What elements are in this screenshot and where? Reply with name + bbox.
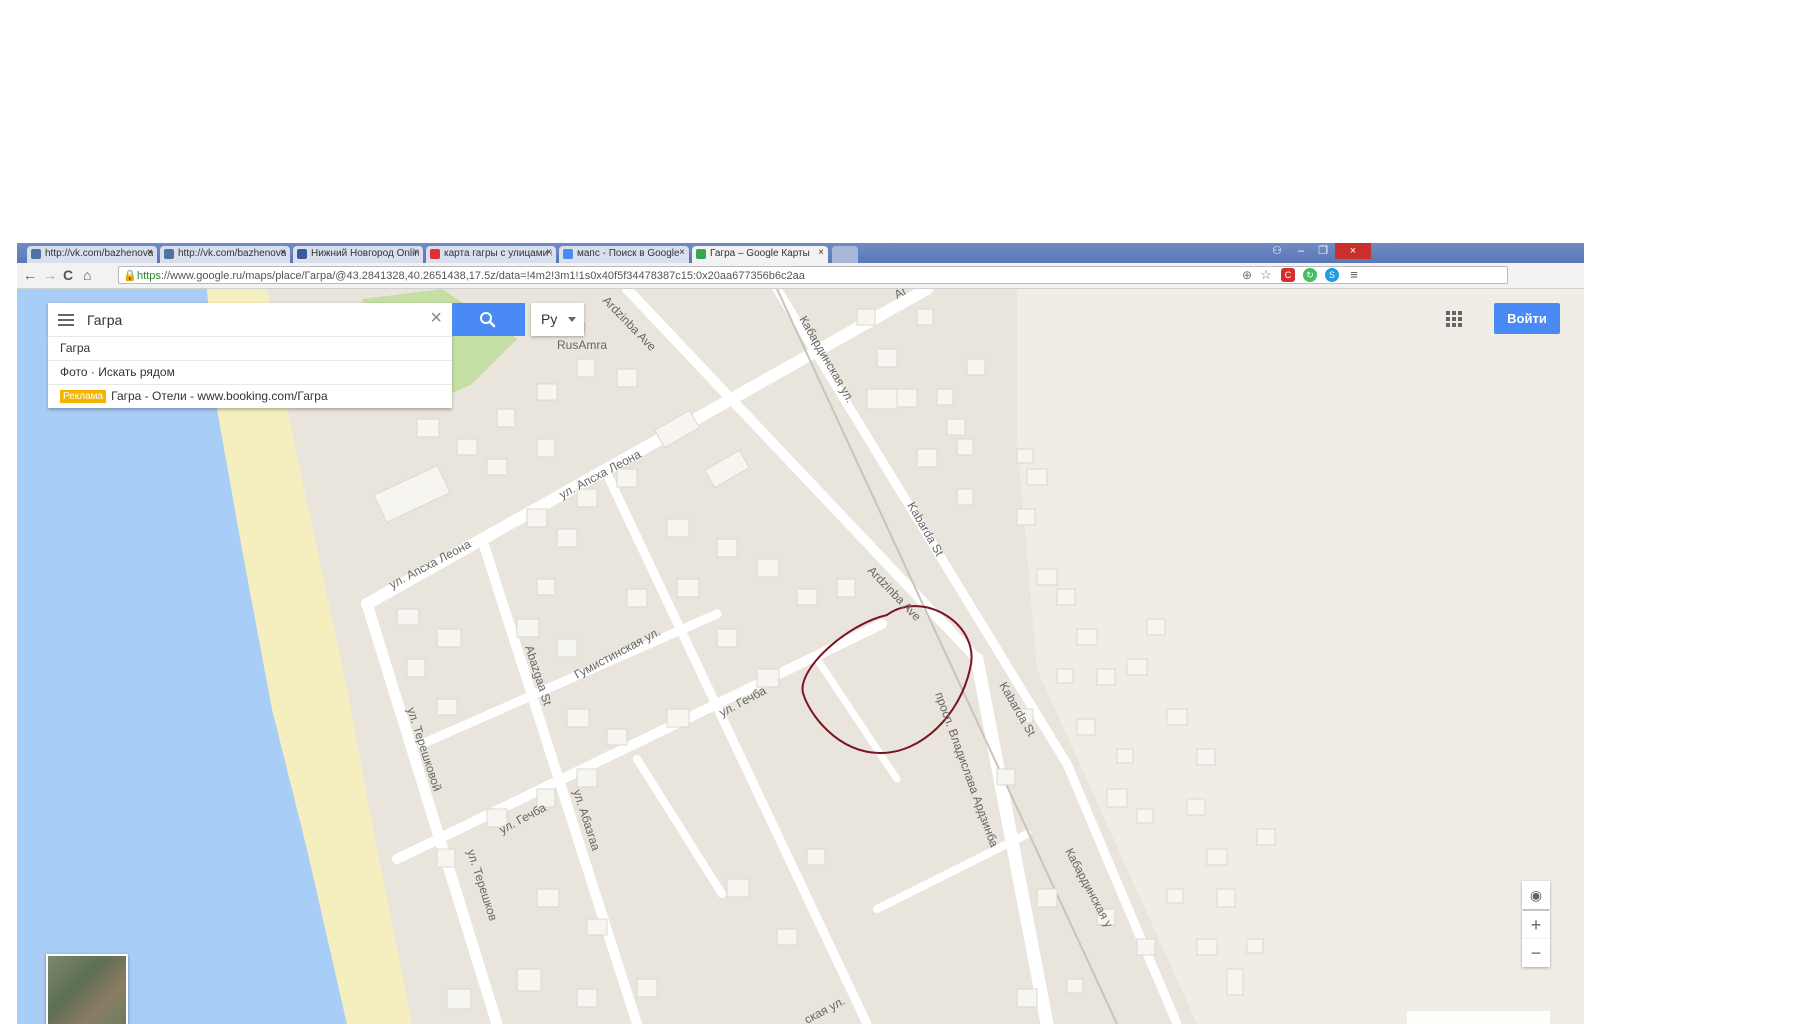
new-tab-button[interactable] xyxy=(832,246,858,263)
vk-favicon-icon xyxy=(164,249,174,259)
poi-label: RusAmra xyxy=(557,338,607,352)
language-value: Ру xyxy=(541,311,558,327)
tab-close-icon[interactable]: × xyxy=(818,247,824,258)
google-favicon-icon xyxy=(563,249,573,259)
yandex-favicon-icon xyxy=(430,249,440,259)
suggestion-item[interactable]: Фото · Искать рядом xyxy=(48,360,452,384)
tab-close-icon[interactable]: × xyxy=(679,247,685,258)
suggestion-text: Фото · Искать рядом xyxy=(60,365,175,379)
street-label: Гумистинская ул. xyxy=(572,624,663,681)
clear-search-icon[interactable]: × xyxy=(430,307,442,330)
tab-vk-2[interactable]: http://vk.com/bazhenova × xyxy=(160,246,290,263)
tab-label: http://vk.com/bazhenova xyxy=(178,248,286,259)
tab-close-icon[interactable]: × xyxy=(546,247,552,258)
tab-close-icon[interactable]: × xyxy=(280,247,286,258)
menu-icon[interactable]: ≡ xyxy=(1347,268,1361,282)
tab-vk-1[interactable]: http://vk.com/bazhenova × xyxy=(27,246,157,263)
search-button[interactable] xyxy=(452,303,525,336)
lock-icon: 🔒 xyxy=(123,270,137,282)
lastpass-icon[interactable]: C xyxy=(1281,268,1295,282)
tab-label: карта гагры с улицами и xyxy=(444,248,552,259)
street-label: Kabarda St xyxy=(904,500,946,560)
home-button[interactable]: ⌂ xyxy=(83,267,91,283)
tab-google-maps[interactable]: Гагра – Google Карты × xyxy=(692,246,828,263)
sync-icon[interactable]: ↻ xyxy=(1303,268,1317,282)
tab-label: Гагра – Google Карты xyxy=(710,248,810,259)
language-select[interactable]: Ру xyxy=(531,303,584,336)
tab-label: мапс - Поиск в Google xyxy=(577,248,680,259)
minimize-button[interactable]: – xyxy=(1291,243,1311,259)
suggestion-ad-item[interactable]: Реклама Гагра - Отели - www.booking.com/Г… xyxy=(48,384,452,408)
apps-grid-icon[interactable] xyxy=(1446,311,1462,327)
tab-close-icon[interactable]: × xyxy=(147,247,153,258)
suggestion-list: Гагра Фото · Искать рядом Реклама Гагра -… xyxy=(48,336,452,408)
tab-yandex-search[interactable]: карта гагры с улицами и × xyxy=(426,246,556,263)
street-label: ская ул. xyxy=(802,994,848,1024)
tab-nn-online[interactable]: Нижний Новгород Online × xyxy=(293,246,423,263)
url-scheme: https xyxy=(137,270,161,282)
close-window-button[interactable]: × xyxy=(1335,243,1371,259)
earth-view-thumbnail[interactable] xyxy=(46,954,128,1024)
search-icon xyxy=(480,312,496,328)
address-bar: ← → C ⌂ 🔒 https://www.google.ru/maps/plac… xyxy=(17,263,1584,289)
restore-button[interactable]: ❐ xyxy=(1313,243,1333,259)
street-label: ул. Апсха Леона xyxy=(387,537,474,592)
search-input[interactable] xyxy=(85,309,409,331)
sign-in-button[interactable]: Войти xyxy=(1494,303,1560,334)
browser-window: http://vk.com/bazhenova × http://vk.com/… xyxy=(17,243,1584,1024)
location-target-icon: ◉ xyxy=(1529,887,1543,903)
hamburger-menu-icon[interactable] xyxy=(58,314,74,326)
url-field[interactable]: 🔒 https://www.google.ru/maps/place/Гагра/… xyxy=(118,266,1508,284)
street-label: ул. Терешков xyxy=(464,848,500,923)
reload-button[interactable]: C xyxy=(63,267,73,283)
zoom-out-button[interactable]: − xyxy=(1522,939,1550,967)
star-icon[interactable]: ☆ xyxy=(1259,268,1273,282)
chevron-down-icon xyxy=(568,317,576,322)
map-canvas[interactable]: ул. Апсха Леона ул. Апсха Леона Ardzinba… xyxy=(17,289,1584,1024)
suggestion-text: Гагра - Отели - www.booking.com/Гагра xyxy=(111,389,328,403)
search-box: × xyxy=(48,303,452,336)
user-icon[interactable]: ⚇ xyxy=(1269,243,1285,259)
tab-label: Нижний Новгород Online xyxy=(311,248,419,259)
suggestion-text: Гагра xyxy=(60,341,91,355)
my-location-button[interactable]: ◉ xyxy=(1522,881,1550,909)
skype-icon[interactable]: S xyxy=(1325,268,1339,282)
tab-google-search[interactable]: мапс - Поиск в Google × xyxy=(559,246,689,263)
zoom-in-button[interactable]: + xyxy=(1522,911,1550,939)
vk-favicon-icon xyxy=(31,249,41,259)
tab-strip: http://vk.com/bazhenova × http://vk.com/… xyxy=(17,243,1584,263)
zoom-icon[interactable]: ⊕ xyxy=(1240,268,1254,282)
tab-close-icon[interactable]: × xyxy=(413,247,419,258)
suggestion-item[interactable]: Гагра xyxy=(48,336,452,360)
back-button[interactable]: ← xyxy=(23,267,37,283)
forward-button[interactable]: → xyxy=(43,267,57,283)
nn-favicon-icon xyxy=(297,249,307,259)
street-label: Ardzinba Ave xyxy=(600,293,659,354)
url-text: ://www.google.ru/maps/place/Гагра/@43.28… xyxy=(160,270,805,282)
tab-label: http://vk.com/bazhenova xyxy=(45,248,153,259)
maps-favicon-icon xyxy=(696,249,706,259)
ad-badge: Реклама xyxy=(60,390,107,404)
map-footer-tools xyxy=(1407,1011,1550,1024)
